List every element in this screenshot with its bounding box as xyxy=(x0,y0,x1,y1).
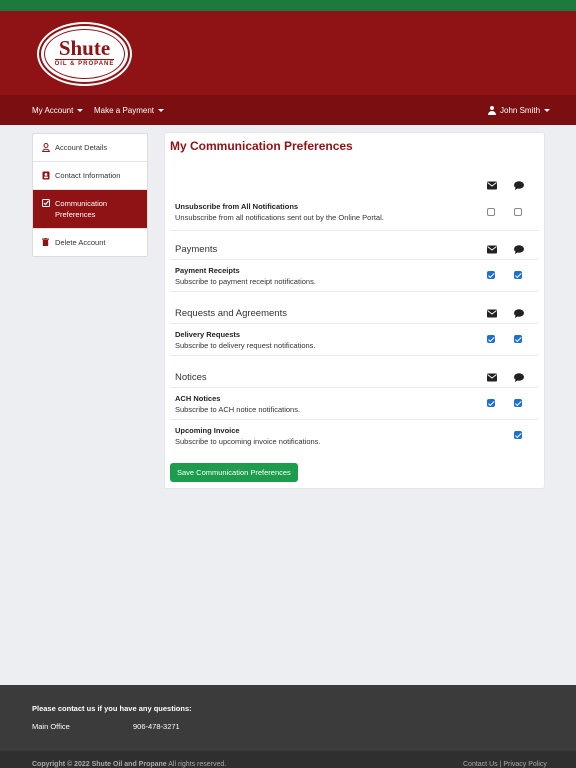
ach-notices-sms-checkbox[interactable] xyxy=(514,399,522,407)
footer-office-phone[interactable]: 906-478-3271 xyxy=(133,722,180,731)
delivery-requests-sms-checkbox[interactable] xyxy=(514,335,522,343)
copyright-rights: All rights reserved. xyxy=(168,761,227,768)
chat-bubble-icon xyxy=(514,309,524,318)
divider xyxy=(170,259,539,260)
user-icon xyxy=(41,142,50,152)
row-title-upcoming-invoice: Upcoming Invoice xyxy=(175,426,240,435)
nav-make-payment-label: Make a Payment xyxy=(94,105,155,115)
divider xyxy=(170,419,539,420)
envelope-icon xyxy=(487,245,497,254)
divider xyxy=(170,355,539,356)
divider xyxy=(170,323,539,324)
page-title: My Communication Preferences xyxy=(170,139,353,153)
chat-bubble-icon xyxy=(514,373,524,382)
nav-my-account-label: My Account xyxy=(32,105,74,115)
row-desc-ach-notices: Subscribe to ACH notice notifications. xyxy=(175,405,301,414)
sidebar-item-label: Communication Preferences xyxy=(55,199,108,219)
envelope-icon xyxy=(487,309,497,318)
divider xyxy=(170,291,539,292)
main-navbar: My Account Make a Payment John Smith xyxy=(0,95,576,125)
sidebar-item-label: Contact Information xyxy=(55,171,121,180)
footer-link-separator: | xyxy=(499,761,502,768)
envelope-icon xyxy=(487,181,497,190)
nav-my-account[interactable]: My Account xyxy=(32,95,84,125)
section-heading-payments: Payments xyxy=(175,244,218,255)
sidebar-item-delete-account[interactable]: Delete Account xyxy=(33,229,147,256)
user-icon xyxy=(488,105,496,115)
chat-bubble-icon xyxy=(514,245,524,254)
chat-bubble-icon xyxy=(514,181,524,190)
chevron-down-icon xyxy=(544,108,551,112)
row-desc-payment-receipts: Subscribe to payment receipt notificatio… xyxy=(175,277,316,286)
footer-office-label: Main Office xyxy=(32,722,70,731)
nav-user-name: John Smith xyxy=(500,105,541,115)
delivery-requests-email-checkbox[interactable] xyxy=(487,335,495,343)
row-title-delivery-requests: Delivery Requests xyxy=(175,330,241,339)
section-heading-notices: Notices xyxy=(175,372,207,383)
site-footer: Please contact us if you have any questi… xyxy=(0,685,576,751)
row-desc-delivery-requests: Subscribe to delivery request notificati… xyxy=(175,341,316,350)
footer-links: Contact Us | Privacy Policy xyxy=(463,761,547,768)
footer-contact-heading: Please contact us if you have any questi… xyxy=(32,704,192,713)
checked-box-icon xyxy=(41,198,50,207)
payment-receipts-email-checkbox[interactable] xyxy=(487,271,495,279)
company-logo[interactable]: Shute OIL & PROPANE xyxy=(39,24,130,84)
unsubscribe-title: Unsubscribe from All Notifications xyxy=(175,202,299,211)
unsubscribe-description: Unsubscribe from all notifications sent … xyxy=(175,213,384,222)
account-sidebar: Account Details Contact Information Comm… xyxy=(32,133,148,257)
divider xyxy=(170,387,539,388)
row-desc-upcoming-invoice: Subscribe to upcoming invoice notificati… xyxy=(175,437,321,446)
unsubscribe-sms-checkbox[interactable] xyxy=(514,208,522,216)
privacy-policy-link[interactable]: Privacy Policy xyxy=(503,761,547,768)
copyright-text: Copyright © 2022 Shute Oil and Propane A… xyxy=(32,761,226,768)
row-title-payment-receipts: Payment Receipts xyxy=(175,266,240,275)
site-header: Shute OIL & PROPANE xyxy=(0,11,576,95)
logo-ring xyxy=(44,29,125,79)
divider xyxy=(170,230,539,231)
nav-user-menu[interactable]: John Smith xyxy=(488,95,551,125)
chevron-down-icon xyxy=(77,108,84,112)
save-preferences-button[interactable]: Save Communication Preferences xyxy=(170,463,298,482)
sidebar-item-contact-information[interactable]: Contact Information xyxy=(33,162,147,190)
top-stripe xyxy=(0,0,576,11)
envelope-icon xyxy=(487,373,497,382)
preferences-card: My Communication Preferences Unsubscribe… xyxy=(165,133,544,488)
chevron-down-icon xyxy=(158,108,165,112)
trash-icon xyxy=(41,237,50,246)
sidebar-item-label: Delete Account xyxy=(55,238,106,247)
row-title-ach-notices: ACH Notices xyxy=(175,394,221,403)
upcoming-invoice-sms-checkbox[interactable] xyxy=(514,431,522,439)
ach-notices-email-checkbox[interactable] xyxy=(487,399,495,407)
payment-receipts-sms-checkbox[interactable] xyxy=(514,271,522,279)
footer-bottom-bar: Copyright © 2022 Shute Oil and Propane A… xyxy=(0,751,576,768)
contact-card-icon xyxy=(41,170,50,180)
nav-make-payment[interactable]: Make a Payment xyxy=(94,95,165,125)
contact-us-link[interactable]: Contact Us xyxy=(463,761,498,768)
copyright-owner: Copyright © 2022 Shute Oil and Propane xyxy=(32,761,167,768)
sidebar-item-account-details[interactable]: Account Details xyxy=(33,134,147,162)
section-heading-requests: Requests and Agreements xyxy=(175,308,287,319)
sidebar-item-label: Account Details xyxy=(55,143,108,152)
sidebar-item-communication-preferences[interactable]: Communication Preferences xyxy=(33,190,147,229)
unsubscribe-email-checkbox[interactable] xyxy=(487,208,495,216)
